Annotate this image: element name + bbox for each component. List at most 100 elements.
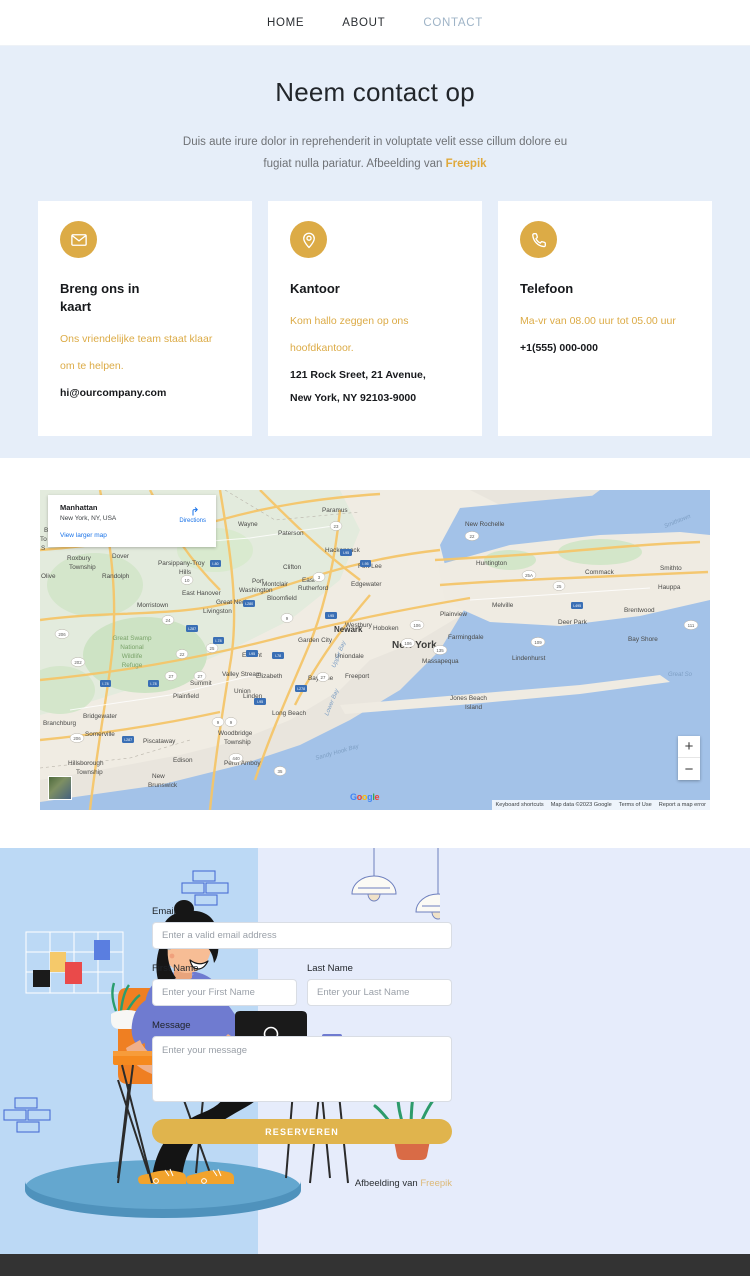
- svg-text:S: S: [41, 545, 45, 552]
- svg-text:Refuge: Refuge: [122, 662, 143, 669]
- map-directions-button[interactable]: Directions: [179, 503, 206, 524]
- map-zoom-controls[interactable]: + −: [678, 736, 700, 781]
- image-credit: Afbeelding van Freepik: [152, 1178, 452, 1189]
- card-note-phone-1: Ma-vr van 08.00 uur tot 05.00 uur: [520, 315, 676, 328]
- svg-text:Somerville: Somerville: [85, 731, 115, 738]
- freepik-link-form[interactable]: Freepik: [420, 1178, 452, 1189]
- svg-text:I-278: I-278: [297, 687, 305, 691]
- svg-text:Paterson: Paterson: [278, 530, 304, 537]
- page-footer: Sample text. Click to select the Text El…: [0, 1254, 750, 1276]
- svg-text:I-78: I-78: [215, 639, 221, 643]
- svg-text:Piscataway: Piscataway: [143, 738, 176, 745]
- svg-text:Woodbridge: Woodbridge: [218, 730, 253, 737]
- card-title-phone: Telefoon: [520, 281, 574, 297]
- svg-text:Great So: Great So: [668, 672, 693, 678]
- svg-text:135: 135: [436, 648, 444, 653]
- last-name-input[interactable]: [307, 979, 452, 1007]
- map-view-larger-link[interactable]: View larger map: [60, 532, 206, 539]
- svg-text:New: New: [152, 773, 165, 780]
- email-input[interactable]: [152, 922, 452, 950]
- card-value-office-2: New York, NY 92103-9000: [290, 392, 417, 405]
- contact-card-office: Kantoor Kom hallo zeggen op ons hoofdkan…: [268, 201, 482, 437]
- message-field: Message: [152, 1020, 452, 1107]
- hero-subtitle-line2: fugiat nulla pariatur. Afbeelding van: [263, 157, 446, 170]
- svg-text:I-95: I-95: [362, 562, 368, 566]
- svg-text:I-78: I-78: [275, 654, 281, 658]
- card-value-office-1: 121 Rock Sreet, 21 Avenue,: [290, 369, 426, 382]
- svg-text:440: 440: [232, 756, 240, 761]
- svg-text:Lower Bay: Lower Bay: [324, 688, 341, 717]
- svg-text:27: 27: [198, 674, 203, 679]
- card-value-email[interactable]: hi@ourcompany.com: [60, 382, 230, 405]
- map-report-error-link[interactable]: Report a map error: [659, 802, 706, 808]
- submit-button[interactable]: RESERVEREN: [152, 1119, 452, 1145]
- hero-subtitle: Duis aute irure dolor in reprehenderit i…: [175, 132, 575, 176]
- svg-text:Commack: Commack: [585, 569, 615, 576]
- svg-text:I-78: I-78: [150, 682, 156, 686]
- svg-text:Smithtown: Smithtown: [664, 514, 693, 530]
- map-place-name: Manhattan: [60, 503, 98, 513]
- map-keyboard-shortcuts[interactable]: Keyboard shortcuts: [496, 802, 544, 808]
- svg-text:National: National: [120, 644, 143, 651]
- svg-text:25A: 25A: [525, 573, 533, 578]
- map-street-view-thumbnail[interactable]: [48, 776, 72, 801]
- nav-item-contact[interactable]: CONTACT: [423, 17, 483, 29]
- svg-text:Island: Island: [465, 704, 482, 711]
- svg-text:25: 25: [557, 584, 562, 589]
- contact-cards: Breng ons in kaart Ons vriendelijke team…: [0, 201, 750, 437]
- google-map[interactable]: Paramus Wayne Paterson Hackensack Clifto…: [40, 490, 710, 811]
- nav-item-home[interactable]: HOME: [267, 17, 304, 29]
- svg-text:27: 27: [321, 675, 326, 680]
- card-title-office: Kantoor: [290, 281, 340, 297]
- svg-text:22: 22: [180, 652, 185, 657]
- svg-text:I-78: I-78: [102, 682, 108, 686]
- svg-text:Olive: Olive: [41, 573, 56, 580]
- svg-text:New Rochelle: New Rochelle: [465, 521, 505, 528]
- map-pin-icon: [290, 221, 327, 259]
- svg-text:Livingston: Livingston: [203, 608, 232, 615]
- email-label: Email: [152, 906, 176, 918]
- svg-text:106: 106: [413, 623, 421, 628]
- page-root: HOME ABOUT CONTACT Neem contact op Duis …: [0, 0, 750, 1276]
- directions-icon: [192, 507, 198, 516]
- freepik-link-hero[interactable]: Freepik: [446, 158, 487, 170]
- svg-text:Branchburg: Branchburg: [43, 720, 76, 727]
- svg-text:111: 111: [688, 623, 695, 628]
- svg-text:Wildlife: Wildlife: [122, 653, 143, 660]
- svg-text:I-95: I-95: [257, 700, 263, 704]
- svg-text:Brunswick: Brunswick: [148, 782, 178, 789]
- svg-text:27: 27: [169, 674, 174, 679]
- name-row: First Name Last Name: [152, 963, 452, 1007]
- svg-text:Edgewater: Edgewater: [351, 581, 382, 588]
- svg-text:Summit: Summit: [190, 680, 212, 687]
- svg-text:23: 23: [334, 524, 339, 529]
- message-textarea[interactable]: [152, 1036, 452, 1103]
- svg-text:Edison: Edison: [173, 757, 193, 764]
- nav-item-about[interactable]: ABOUT: [342, 17, 385, 29]
- svg-text:I-95: I-95: [343, 551, 349, 555]
- svg-text:202: 202: [74, 660, 82, 665]
- card-note-office-1: Kom hallo zeggen op ons: [290, 315, 409, 328]
- map-zoom-in-button[interactable]: +: [678, 736, 700, 759]
- svg-text:Brentwood: Brentwood: [624, 607, 655, 614]
- svg-text:Plainview: Plainview: [440, 611, 467, 618]
- map-place-address: New York, NY, USA: [60, 515, 117, 523]
- svg-text:10: 10: [185, 578, 190, 583]
- map-place-card: Manhattan New York, NY, USA Directions V…: [48, 495, 216, 548]
- svg-text:Freeport: Freeport: [345, 673, 369, 680]
- first-name-input[interactable]: [152, 979, 297, 1007]
- map-zoom-out-button[interactable]: −: [678, 758, 700, 780]
- svg-text:To: To: [40, 536, 47, 543]
- svg-text:I-80: I-80: [212, 562, 218, 566]
- card-value-phone[interactable]: +1(555) 000-000: [520, 337, 690, 360]
- last-name-field: Last Name: [307, 963, 452, 1007]
- svg-text:I-287: I-287: [188, 627, 196, 631]
- svg-text:Huntington: Huntington: [476, 560, 507, 567]
- map-terms-link[interactable]: Terms of Use: [619, 802, 652, 808]
- contact-form: Email First Name Last Name Message RESER…: [152, 906, 452, 1189]
- svg-text:Plainfield: Plainfield: [173, 693, 199, 700]
- svg-text:35: 35: [278, 769, 283, 774]
- first-name-field: First Name: [152, 963, 297, 1007]
- google-logo: Google: [350, 792, 380, 803]
- map-section: Paramus Wayne Paterson Hackensack Clifto…: [0, 458, 750, 849]
